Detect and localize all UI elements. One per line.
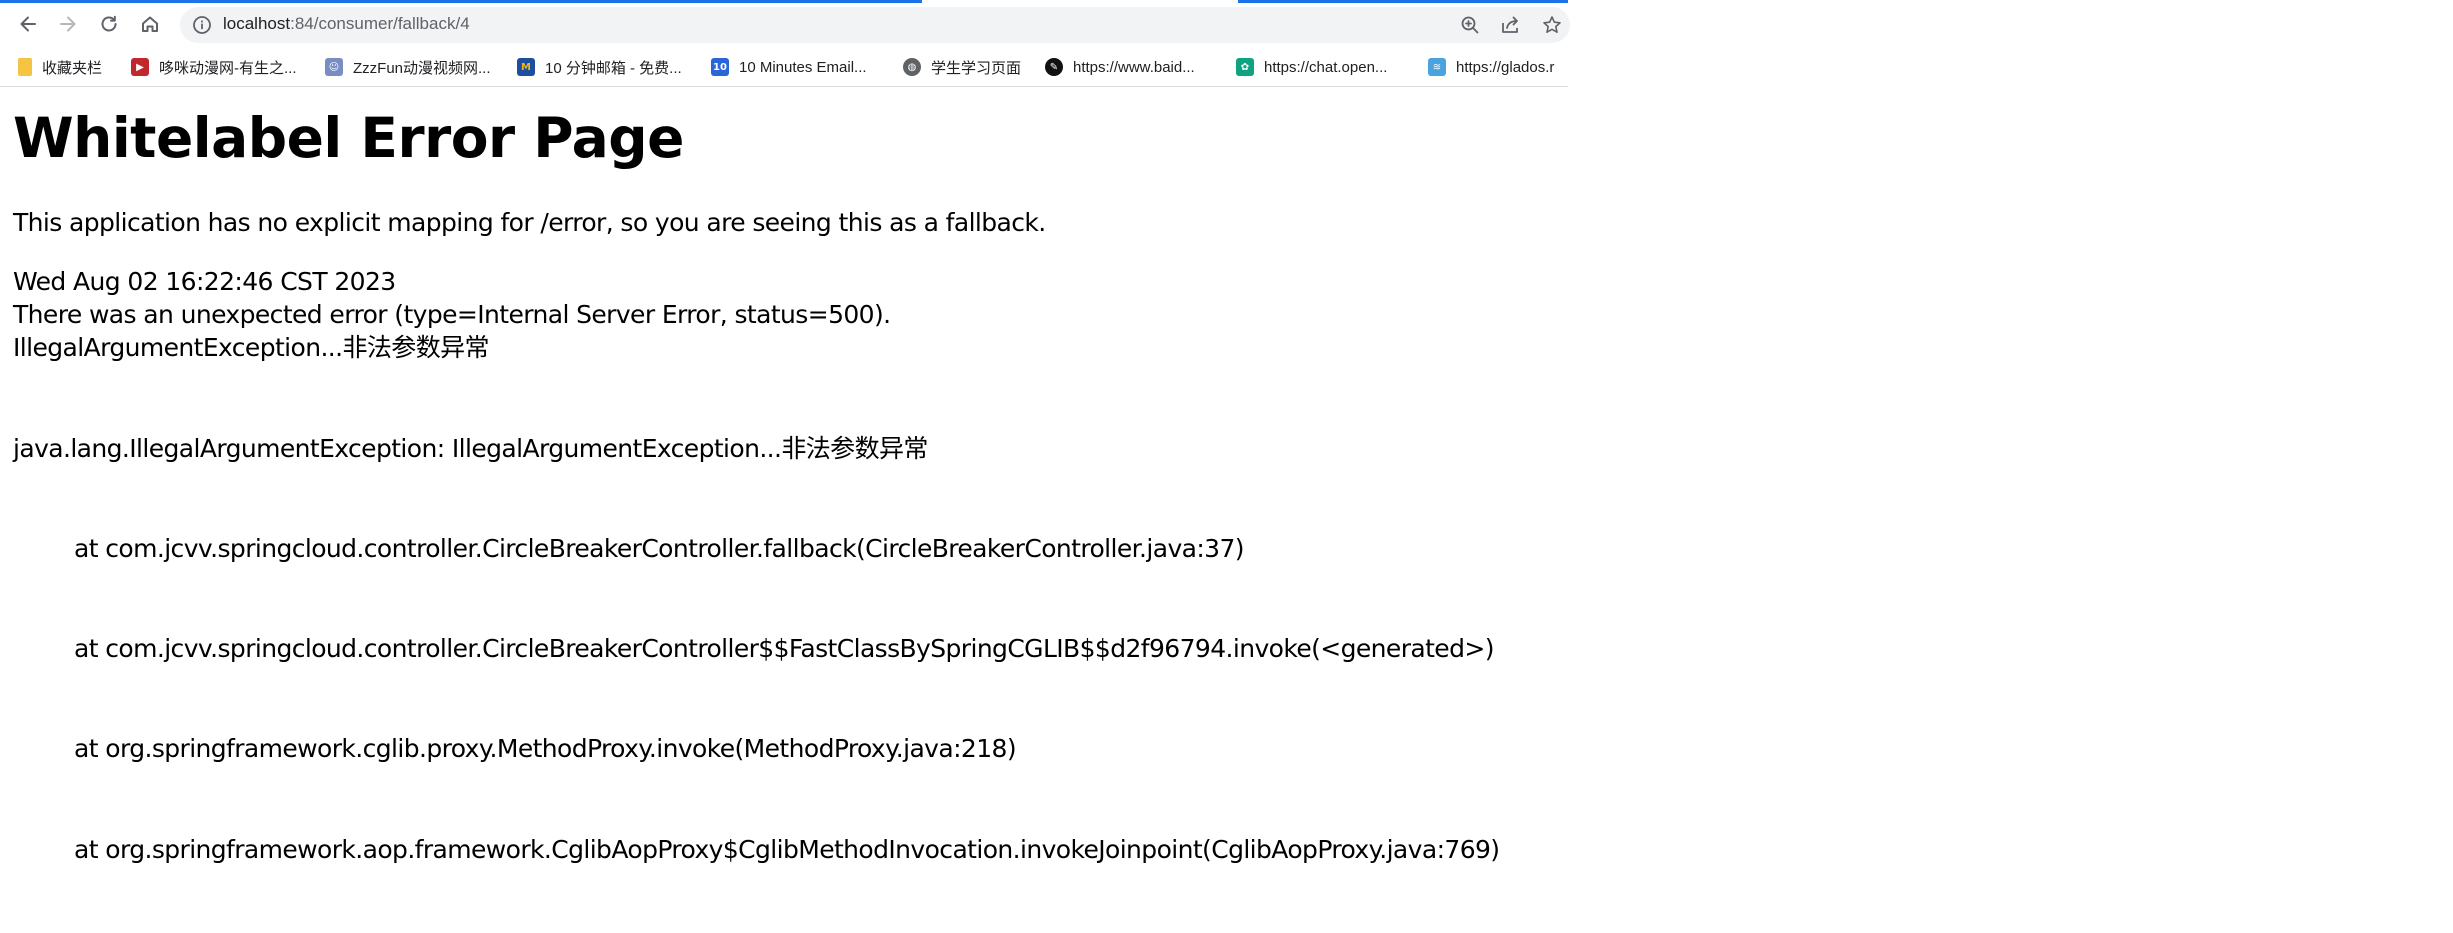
folder-icon [18, 58, 32, 76]
tab-strip-edge [0, 0, 922, 3]
bookmarks-bar: 收藏夹栏 ▶ 哆咪动漫网-有生之... ☺ ZzzFun动漫视频网... M 1… [0, 48, 1568, 87]
glados-icon: ≋ [1428, 58, 1446, 76]
forward-icon [60, 16, 76, 32]
error-status-line: There was an unexpected error (type=Inte… [13, 300, 891, 329]
stack-trace-line: at com.jcvv.springcloud.controller.Circl… [74, 634, 1494, 664]
stack-trace-line: at org.springframework.aop.framework.Cgl… [74, 834, 1500, 864]
mail-site-icon: M [517, 58, 535, 76]
stack-trace-line: at com.jcvv.springcloud.controller.Circl… [74, 534, 1245, 564]
home-button[interactable] [136, 10, 164, 38]
bookmark-star-icon[interactable] [1542, 15, 1562, 35]
site-info-icon[interactable] [192, 15, 212, 35]
error-timestamp: Wed Aug 02 16:22:46 CST 2023 [13, 267, 396, 296]
bookmark-item[interactable]: ◍ 学生学习页面 [903, 57, 1021, 77]
bookmark-item[interactable]: M 10 分钟邮箱 - 免费... [517, 57, 682, 77]
share-icon[interactable] [1500, 15, 1520, 35]
bookmark-label: 哆咪动漫网-有生之... [159, 59, 297, 77]
url-text[interactable]: localhost:84/consumer/fallback/4 [223, 14, 470, 34]
bookmark-label: https://glados.r [1456, 58, 1555, 76]
zoom-icon[interactable] [1460, 15, 1480, 35]
bookmark-label: 学生学习页面 [931, 59, 1022, 77]
bookmark-label: 收藏夹栏 [42, 59, 103, 77]
globe-icon: ◍ [903, 58, 921, 76]
ten-minutes-icon: 10 [711, 58, 729, 76]
back-icon [20, 16, 36, 32]
openai-icon: ✿ [1236, 58, 1254, 76]
page-title: Whitelabel Error Page [13, 106, 684, 170]
bookmark-item[interactable]: ≋ https://glados.r [1428, 57, 1554, 77]
bookmark-label: https://www.baid... [1073, 58, 1195, 76]
url-path: :84/consumer/fallback/4 [290, 14, 470, 33]
bookmark-favorites-folder[interactable]: 收藏夹栏 [18, 57, 102, 77]
bookmark-label: 10 分钟邮箱 - 免费... [545, 59, 682, 77]
address-bar[interactable]: localhost:84/consumer/fallback/4 [180, 7, 1570, 43]
back-button[interactable] [14, 10, 42, 38]
browser-toolbar: localhost:84/consumer/fallback/4 [0, 0, 1570, 48]
tv-icon: ▶ [131, 58, 149, 76]
bookmark-item[interactable]: ▶ 哆咪动漫网-有生之... [131, 57, 297, 77]
baidu-icon: ✎ [1045, 58, 1063, 76]
exception-message: IllegalArgumentException...非法参数异常 [13, 333, 490, 362]
bookmark-label: 10 Minutes Email... [739, 58, 867, 76]
anime-site-icon: ☺ [325, 58, 343, 76]
bookmark-item[interactable]: ✎ https://www.baid... [1045, 57, 1195, 77]
stack-trace-line: at org.springframework.cglib.proxy.Metho… [74, 734, 1017, 764]
error-message: This application has no explicit mapping… [13, 208, 1046, 237]
bookmark-item[interactable]: ✿ https://chat.open... [1236, 57, 1387, 77]
bookmark-label: https://chat.open... [1264, 58, 1388, 76]
stack-trace-line: java.lang.IllegalArgumentException: Ille… [13, 433, 928, 463]
reload-button[interactable] [95, 10, 123, 38]
tab-strip-edge [1238, 0, 1568, 3]
bookmark-label: ZzzFun动漫视频网... [353, 59, 491, 77]
bookmark-item[interactable]: ☺ ZzzFun动漫视频网... [325, 57, 491, 77]
home-icon [142, 16, 158, 32]
bookmark-item[interactable]: 10 10 Minutes Email... [711, 57, 867, 77]
forward-button[interactable] [54, 10, 82, 38]
reload-icon [101, 15, 117, 32]
url-host: localhost [223, 14, 291, 33]
stack-trace: java.lang.IllegalArgumentException: Ille… [13, 365, 1500, 933]
